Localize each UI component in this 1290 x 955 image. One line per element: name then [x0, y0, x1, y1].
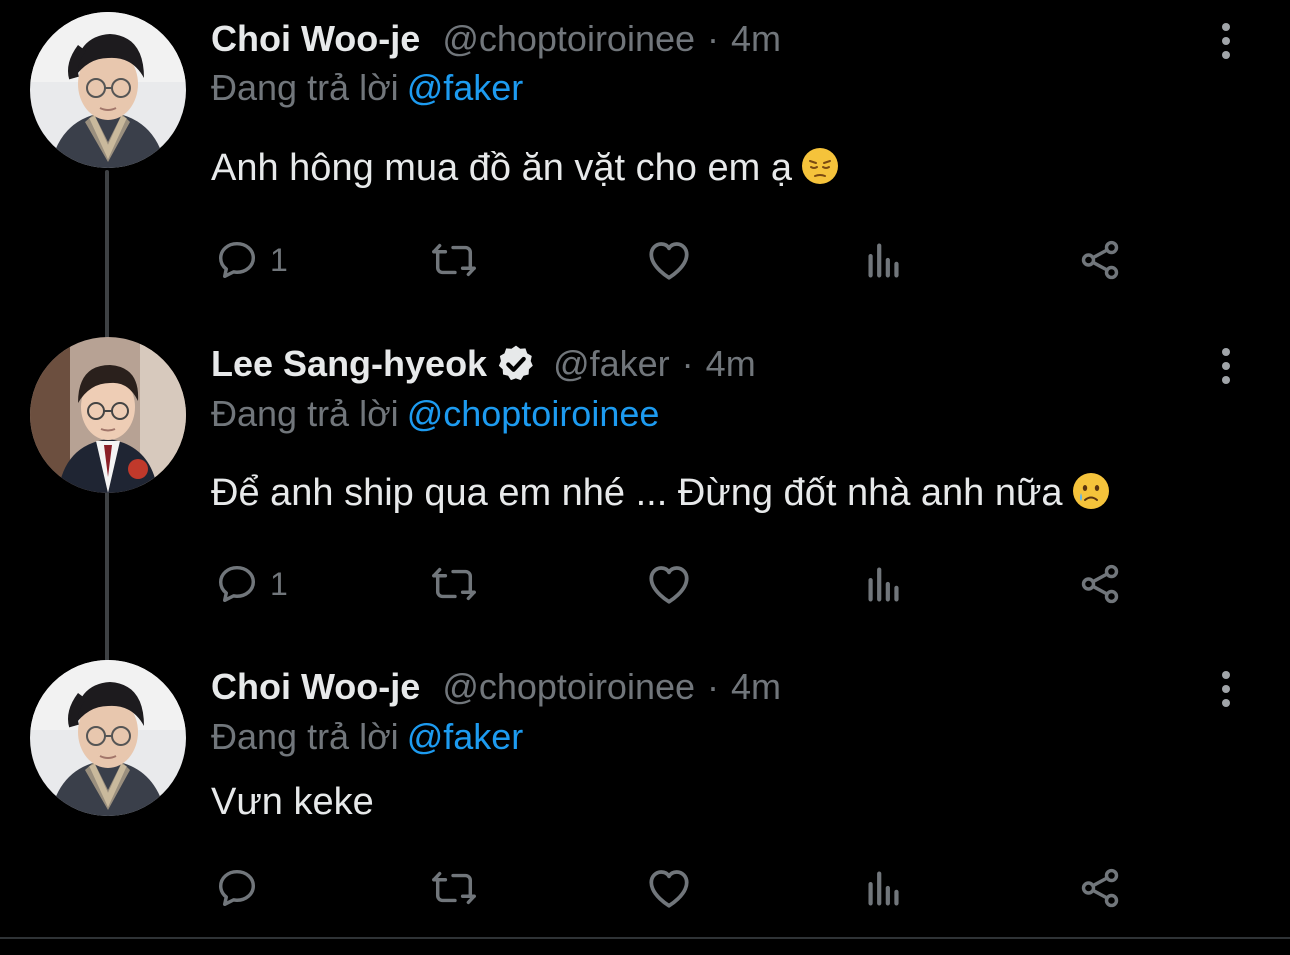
timestamp[interactable]: 4m — [706, 343, 756, 385]
tweet-text: Anh hông mua đồ ăn vặt cho em ạ — [211, 146, 840, 190]
retweet-icon — [427, 237, 481, 283]
views-button[interactable] — [861, 554, 907, 614]
views-icon — [861, 561, 907, 607]
replying-to: Đang trả lời @faker — [211, 716, 523, 758]
tweet[interactable]: Choi Woo-je @choptoiroinee · 4m Đang trả… — [0, 0, 1290, 325]
user-handle[interactable]: @choptoiroinee — [442, 18, 695, 60]
tweet-text: Vưn keke — [211, 781, 374, 824]
reply-button[interactable]: 1 — [214, 554, 288, 614]
tweet-text: Để anh ship qua em nhé ... Đừng đốt nhà … — [211, 471, 1111, 515]
verified-badge-icon — [495, 343, 537, 385]
share-button[interactable] — [1077, 858, 1123, 918]
reply-button[interactable]: 1 — [214, 230, 288, 290]
replying-to-label: Đang trả lời — [211, 393, 399, 434]
share-icon — [1077, 237, 1123, 283]
mention-link[interactable]: @faker — [407, 67, 524, 108]
tweet-actions: 1 — [0, 230, 1290, 290]
display-name[interactable]: Lee Sang-hyeok — [211, 343, 487, 385]
reply-count: 1 — [270, 241, 288, 278]
share-icon — [1077, 561, 1123, 607]
reply-button[interactable] — [214, 858, 270, 918]
tweet-text-content: Anh hông mua đồ ăn vặt cho em ạ — [211, 147, 792, 189]
crying-face-icon — [1071, 471, 1111, 511]
views-icon — [861, 237, 907, 283]
user-handle[interactable]: @choptoiroinee — [442, 666, 695, 708]
share-button[interactable] — [1077, 554, 1123, 614]
separator-dot: · — [681, 343, 694, 384]
like-icon — [644, 863, 694, 913]
like-button[interactable] — [644, 554, 694, 614]
like-button[interactable] — [644, 858, 694, 918]
retweet-button[interactable] — [427, 230, 481, 290]
like-button[interactable] — [644, 230, 694, 290]
share-button[interactable] — [1077, 230, 1123, 290]
retweet-icon — [427, 561, 481, 607]
like-icon — [644, 235, 694, 285]
retweet-button[interactable] — [427, 858, 481, 918]
tweet-text-content: Vưn keke — [211, 781, 374, 823]
mention-link[interactable]: @choptoiroinee — [407, 393, 660, 434]
tweet-header: Choi Woo-je @choptoiroinee · 4m — [211, 16, 781, 62]
timeline-divider — [0, 937, 1290, 939]
tweet-actions: 1 — [0, 554, 1290, 614]
more-options-icon[interactable] — [1214, 670, 1238, 708]
tweet-actions — [0, 858, 1290, 918]
views-button[interactable] — [861, 858, 907, 918]
replying-to: Đang trả lời @faker — [211, 67, 523, 109]
user-avatar-choi[interactable] — [30, 12, 186, 168]
like-icon — [644, 559, 694, 609]
separator-dot: · — [707, 18, 720, 59]
mention-link[interactable]: @faker — [407, 716, 524, 757]
views-icon — [861, 865, 907, 911]
replying-to-label: Đang trả lời — [211, 716, 399, 757]
separator-dot: · — [707, 666, 720, 707]
timestamp[interactable]: 4m — [731, 18, 781, 60]
tweet[interactable]: Lee Sang-hyeok @faker · 4m Đang trả lời @… — [0, 325, 1290, 650]
replying-to-label: Đang trả lời — [211, 67, 399, 108]
tweet[interactable]: Choi Woo-je @choptoiroinee · 4m Đang trả… — [0, 648, 1290, 937]
more-options-icon[interactable] — [1214, 347, 1238, 385]
reply-count: 1 — [270, 565, 288, 602]
tweet-header: Lee Sang-hyeok @faker · 4m — [211, 341, 756, 387]
retweet-icon — [427, 865, 481, 911]
user-avatar-lee[interactable] — [30, 337, 186, 493]
retweet-button[interactable] — [427, 554, 481, 614]
replying-to: Đang trả lời @choptoiroinee — [211, 393, 659, 435]
reply-icon — [214, 561, 260, 607]
timestamp[interactable]: 4m — [731, 666, 781, 708]
more-options-icon[interactable] — [1214, 22, 1238, 60]
user-avatar-choi[interactable] — [30, 660, 186, 816]
user-handle[interactable]: @faker — [553, 343, 670, 385]
display-name[interactable]: Choi Woo-je — [211, 18, 420, 60]
views-button[interactable] — [861, 230, 907, 290]
tweet-header: Choi Woo-je @choptoiroinee · 4m — [211, 664, 781, 710]
share-icon — [1077, 865, 1123, 911]
tweet-text-content: Để anh ship qua em nhé ... Đừng đốt nhà … — [211, 472, 1063, 514]
pensive-face-icon — [800, 146, 840, 186]
reply-icon — [214, 237, 260, 283]
display-name[interactable]: Choi Woo-je — [211, 666, 420, 708]
reply-icon — [214, 865, 260, 911]
